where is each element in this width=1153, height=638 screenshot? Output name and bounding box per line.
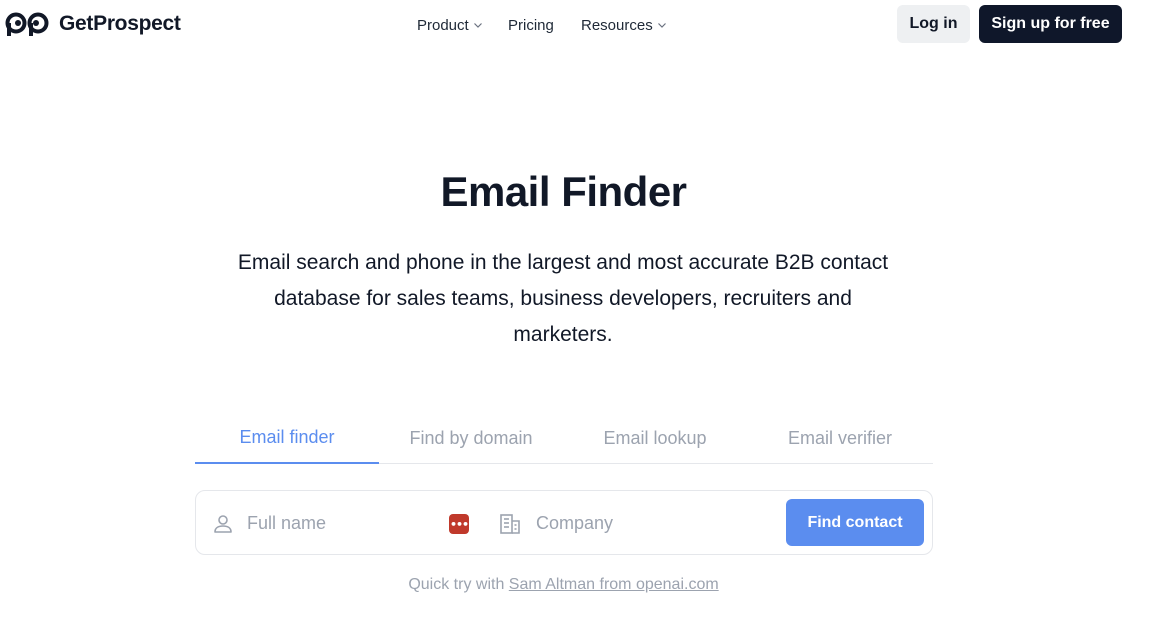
tab-email-verifier[interactable]: Email verifier <box>748 412 932 464</box>
find-contact-button[interactable]: Find contact <box>786 499 924 546</box>
signup-button[interactable]: Sign up for free <box>979 5 1122 43</box>
site-header: GetProspect Product Pricing Resources Lo… <box>0 0 1153 48</box>
nav-resources[interactable]: Resources <box>581 15 667 35</box>
person-icon <box>214 515 232 533</box>
page-subtitle: Email search and phone in the largest an… <box>237 251 889 346</box>
chevron-down-icon <box>473 23 482 28</box>
password-manager-badge: ••• <box>449 517 469 531</box>
quick-try: Quick try with Sam Altman from openai.co… <box>0 576 1127 594</box>
tab-email-finder[interactable]: Email finder <box>195 412 379 464</box>
finder-tabs: Email finder Find by domain Email lookup… <box>195 412 933 464</box>
company-input[interactable] <box>536 505 766 541</box>
login-button[interactable]: Log in <box>897 5 970 43</box>
nav-product-label: Product <box>417 16 469 34</box>
page-title: Email Finder <box>440 168 687 215</box>
quick-try-prefix: Quick try with <box>408 576 509 593</box>
full-name-input[interactable] <box>247 505 437 541</box>
nav-resources-label: Resources <box>581 16 653 34</box>
nav-product[interactable]: Product <box>417 15 483 35</box>
email-finder-form: ••• Find contact <box>195 490 933 555</box>
tab-email-lookup[interactable]: Email lookup <box>563 412 747 464</box>
nav-pricing-label: Pricing <box>508 16 554 34</box>
tab-find-by-domain[interactable]: Find by domain <box>379 412 563 464</box>
building-icon <box>500 514 520 534</box>
password-manager-icon[interactable]: ••• <box>449 514 469 534</box>
page: GetProspect Product Pricing Resources Lo… <box>0 0 1153 638</box>
quick-try-link[interactable]: Sam Altman from openai.com <box>509 576 719 593</box>
chevron-down-icon <box>657 23 666 28</box>
nav-pricing[interactable]: Pricing <box>508 15 554 35</box>
